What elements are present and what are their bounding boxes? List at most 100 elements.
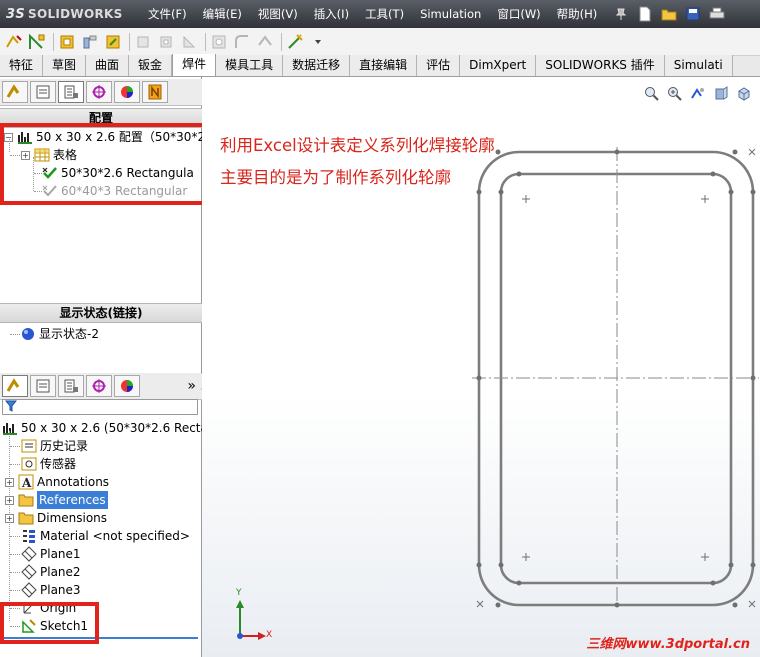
structural-member-icon[interactable] [27, 32, 47, 52]
command-manager-tabs: 特征 草图 曲面 钣金 焊件 模具工具 数据迁移 直接编辑 评估 DimXper… [0, 54, 760, 77]
tree-filter-input[interactable] [2, 399, 198, 415]
expand-toggle-icon[interactable]: + [21, 150, 30, 160]
menu-insert[interactable]: 插入(I) [306, 0, 357, 28]
menu-view[interactable]: 视图(V) [250, 0, 306, 28]
weld-table-icon[interactable] [285, 32, 305, 52]
tab-features[interactable]: 特征 [0, 55, 44, 76]
tab-data-migration[interactable]: 数据迁移 [283, 55, 351, 76]
tab-sketch[interactable]: 草图 [43, 55, 87, 76]
tab-surfaces[interactable]: 曲面 [86, 55, 130, 76]
configuration-header: 配置 [0, 108, 202, 128]
triad-x-label: X [266, 630, 273, 640]
part-config-icon [17, 129, 33, 145]
material-icon [21, 528, 37, 544]
design-table[interactable]: + 表格 [21, 146, 77, 164]
plane-icon [21, 582, 37, 598]
display-state-item[interactable]: 显示状态-2 [20, 325, 99, 343]
title-toolbar [609, 0, 729, 28]
print-icon[interactable] [707, 4, 727, 24]
3d-sketch-icon[interactable] [4, 32, 24, 52]
pin-icon[interactable] [611, 4, 631, 24]
svg-text:A: A [21, 476, 32, 490]
tree-item-annotations[interactable]: + A Annotations [5, 473, 109, 491]
property-manager-tab-icon[interactable] [30, 375, 56, 397]
coordinate-triad: Y X [226, 588, 272, 647]
tree-item-history[interactable]: 历史记录 [21, 437, 88, 455]
expand-toggle-icon[interactable]: + [5, 495, 14, 505]
tree-item-plane1[interactable]: Plane1 [21, 545, 81, 563]
toolbar-separator [53, 32, 54, 51]
dimxpert-manager-tab-icon[interactable] [86, 375, 112, 397]
toolbar-separator [205, 32, 206, 51]
display-manager-tab-icon[interactable] [114, 81, 140, 103]
config-root[interactable]: − 50 x 30 x 2.6 配置（50*30*2 [4, 128, 205, 146]
tree-item-dimensions[interactable]: + Dimensions [5, 509, 107, 527]
plane-icon [21, 546, 37, 562]
config-item-active[interactable]: 50*30*2.6 Rectangula [42, 164, 194, 182]
extruded-boss-icon[interactable] [133, 32, 153, 52]
tab-direct-editing[interactable]: 直接编辑 [350, 55, 418, 76]
tree-item-plane2[interactable]: Plane2 [21, 563, 81, 581]
save-icon[interactable] [683, 4, 703, 24]
design-table-icon [34, 147, 50, 163]
tab-evaluate[interactable]: 评估 [417, 55, 461, 76]
property-manager-tab-icon[interactable] [30, 81, 56, 103]
feature-manager-tab-icon[interactable] [2, 81, 28, 103]
fillet-bead-icon[interactable] [232, 32, 252, 52]
manager-tabs-bottom: » [0, 373, 202, 400]
end-cap-icon[interactable] [103, 32, 123, 52]
more-tabs-icon[interactable]: » [187, 378, 196, 394]
tree-item-origin[interactable]: Origin [21, 599, 76, 617]
dimxpert-manager-tab-icon[interactable] [86, 81, 112, 103]
hole-wizard-icon[interactable] [209, 32, 229, 52]
manager-tabs-top [0, 79, 202, 106]
sketch-canvas[interactable] [202, 77, 760, 657]
tab-mold-tools[interactable]: 模具工具 [216, 55, 284, 76]
filter-icon [4, 400, 18, 415]
tab-simulation[interactable]: Simulati [664, 55, 733, 76]
feature-manager-tab-icon[interactable] [2, 375, 28, 397]
centerlines [472, 147, 759, 609]
menu-simulation[interactable]: Simulation [412, 0, 489, 28]
new-document-icon[interactable] [635, 4, 655, 24]
tab-weldments[interactable]: 焊件 [172, 54, 217, 76]
graphics-area[interactable]: 利用Excel设计表定义系列化焊接轮廓 主要目的是为了制作系列化轮廓 Y X 三… [202, 77, 760, 657]
watermark: 三维网www.3dportal.cn [586, 637, 750, 652]
custom-tab-icon[interactable] [142, 81, 168, 103]
dropdown-arrow-icon[interactable] [308, 32, 328, 52]
sketch-icon [21, 618, 37, 634]
trim-extend-icon[interactable] [80, 32, 100, 52]
weld-bead-icon[interactable] [255, 32, 275, 52]
tree-item-references[interactable]: + References [5, 491, 108, 509]
configuration-manager-tab-icon[interactable] [58, 81, 84, 103]
sensor-icon [21, 456, 37, 472]
tree-item-material[interactable]: Material <not specified> [21, 527, 190, 545]
gusset-icon[interactable] [57, 32, 77, 52]
tree-item-sketch1[interactable]: Sketch1 [21, 617, 88, 635]
config-item-inactive[interactable]: 60*40*3 Rectangular [42, 182, 187, 200]
menu-file[interactable]: 文件(F) [140, 0, 195, 28]
display-manager-tab-icon[interactable] [114, 375, 140, 397]
menu-help[interactable]: 帮助(H) [549, 0, 606, 28]
configuration-manager-tab-icon[interactable] [58, 375, 84, 397]
title-bar: 3S SOLIDWORKS 文件(F) 编辑(E) 视图(V) 插入(I) 工具(… [0, 0, 760, 28]
tree-item-sensors[interactable]: 传感器 [21, 455, 76, 473]
chamfer-icon[interactable] [179, 32, 199, 52]
part-root[interactable]: 50 x 30 x 2.6 (50*30*2.6 Recta [2, 419, 208, 437]
toolbar-separator [281, 32, 282, 51]
rollback-bar[interactable] [2, 637, 198, 639]
menu-edit[interactable]: 编辑(E) [195, 0, 250, 28]
expand-toggle-icon[interactable]: + [5, 513, 14, 523]
menu-window[interactable]: 窗口(W) [489, 0, 548, 28]
open-folder-icon[interactable] [659, 4, 679, 24]
folder-icon [18, 510, 34, 526]
tab-dimxpert[interactable]: DimXpert [460, 55, 537, 76]
tab-sheet-metal[interactable]: 钣金 [129, 55, 173, 76]
extruded-cut-icon[interactable] [156, 32, 176, 52]
plane-icon [21, 564, 37, 580]
menu-tools[interactable]: 工具(T) [357, 0, 412, 28]
tree-item-plane3[interactable]: Plane3 [21, 581, 81, 599]
expand-toggle-icon[interactable]: + [5, 477, 14, 487]
display-state-header: 显示状态(链接) [0, 303, 202, 323]
tab-solidworks-addins[interactable]: SOLIDWORKS 插件 [536, 55, 665, 76]
